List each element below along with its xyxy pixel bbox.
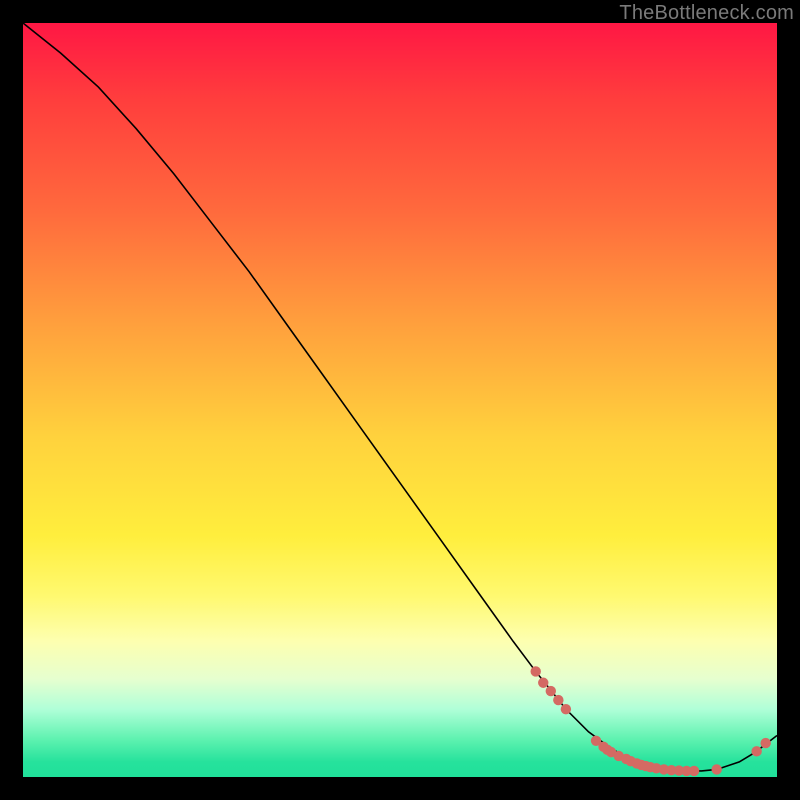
data-point	[760, 738, 770, 748]
plot-area	[23, 23, 777, 777]
data-point	[689, 766, 699, 776]
chart-stage: TheBottleneck.com	[0, 0, 800, 800]
chart-svg	[23, 23, 777, 777]
data-point	[553, 695, 563, 705]
watermark-text: TheBottleneck.com	[619, 2, 794, 25]
data-point	[546, 686, 556, 696]
marker-dots	[531, 666, 771, 776]
data-point	[561, 704, 571, 714]
data-point	[538, 678, 548, 688]
data-point	[711, 764, 721, 774]
bottleneck-curve	[23, 23, 777, 771]
data-point	[531, 666, 541, 676]
data-point	[751, 746, 761, 756]
